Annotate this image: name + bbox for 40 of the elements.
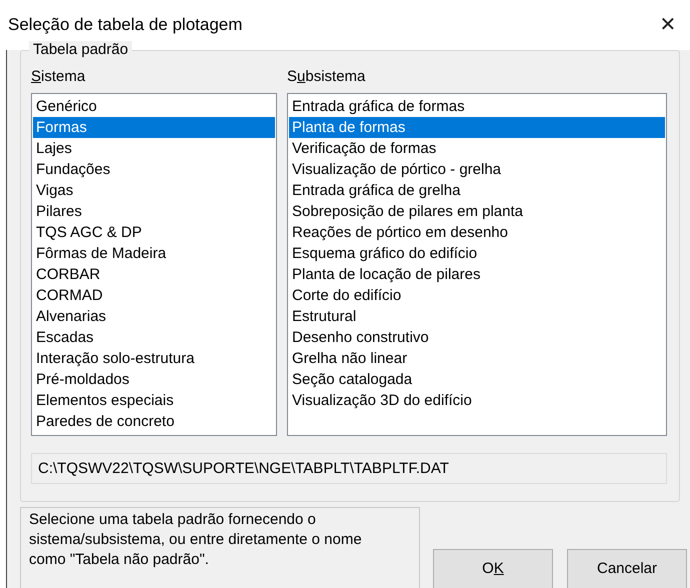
path-field[interactable]: C:\TQSWV22\TQSW\SUPORTE\NGE\TABPLT\TABPLTF.DAT bbox=[31, 453, 667, 484]
list-item[interactable]: TQS AGC & DP bbox=[33, 222, 275, 243]
ok-button[interactable]: OK bbox=[433, 549, 553, 588]
window-title: Seleção de tabela de plotagem bbox=[8, 14, 242, 36]
list-item[interactable]: Escadas bbox=[33, 327, 275, 348]
list-label: Subsistema bbox=[287, 67, 366, 87]
help-text: Selecione uma tabela padrão fornecendo o sistema/subsistema, ou entre diretamente o nome como "Tabela não padrão". bbox=[20, 507, 420, 588]
list-item[interactable]: Pilares bbox=[33, 201, 275, 222]
list-item[interactable]: Vigas bbox=[33, 180, 275, 201]
list-item[interactable]: Entrada gráfica de formas bbox=[289, 96, 665, 117]
list-item[interactable]: Verificação de formas bbox=[289, 138, 665, 159]
list-item[interactable]: Estrutural bbox=[289, 306, 665, 327]
list-item[interactable]: Lajes bbox=[33, 138, 275, 159]
list-item[interactable]: Desenho construtivo bbox=[289, 327, 665, 348]
list-item[interactable]: Fôrmas de Madeira bbox=[33, 243, 275, 264]
list-item[interactable]: Corte do edifício bbox=[289, 285, 665, 306]
list-item[interactable]: Paredes de concreto bbox=[33, 411, 275, 432]
list-item[interactable]: CORBAR bbox=[33, 264, 275, 285]
list-item[interactable]: Seção catalogada bbox=[289, 369, 665, 390]
list-item[interactable]: Planta de locação de pilares bbox=[289, 264, 665, 285]
list-label: Sistema bbox=[31, 67, 86, 87]
list-item[interactable]: Elementos especiais bbox=[33, 390, 275, 411]
list-item[interactable]: Grelha não linear bbox=[289, 348, 665, 369]
list-item[interactable]: Visualização 3D do edifício bbox=[289, 390, 665, 411]
list-item[interactable]: Pré-moldados bbox=[33, 369, 275, 390]
list-item[interactable]: Fundações bbox=[33, 159, 275, 180]
list-item[interactable]: Reações de pórtico em desenho bbox=[289, 222, 665, 243]
list-item[interactable]: Sobreposição de pilares em planta bbox=[289, 201, 665, 222]
list-item[interactable]: Visualização de pórtico - grelha bbox=[289, 159, 665, 180]
list-item[interactable]: Planta de formas bbox=[289, 117, 665, 138]
list-item[interactable]: Alvenarias bbox=[33, 306, 275, 327]
list-item[interactable]: Formas bbox=[33, 117, 275, 138]
list-item[interactable]: Entrada gráfica de grelha bbox=[289, 180, 665, 201]
list-item[interactable]: Genérico bbox=[33, 96, 275, 117]
list-item[interactable]: CORMAD bbox=[33, 285, 275, 306]
cancel-button[interactable]: Cancelar bbox=[567, 549, 687, 588]
group-title: Tabela padrão bbox=[29, 41, 132, 59]
close-button[interactable]: ✕ bbox=[646, 5, 690, 45]
list-item[interactable]: Esquema gráfico do edifício bbox=[289, 243, 665, 264]
list-item[interactable]: Interação solo-estrutura bbox=[33, 348, 275, 369]
